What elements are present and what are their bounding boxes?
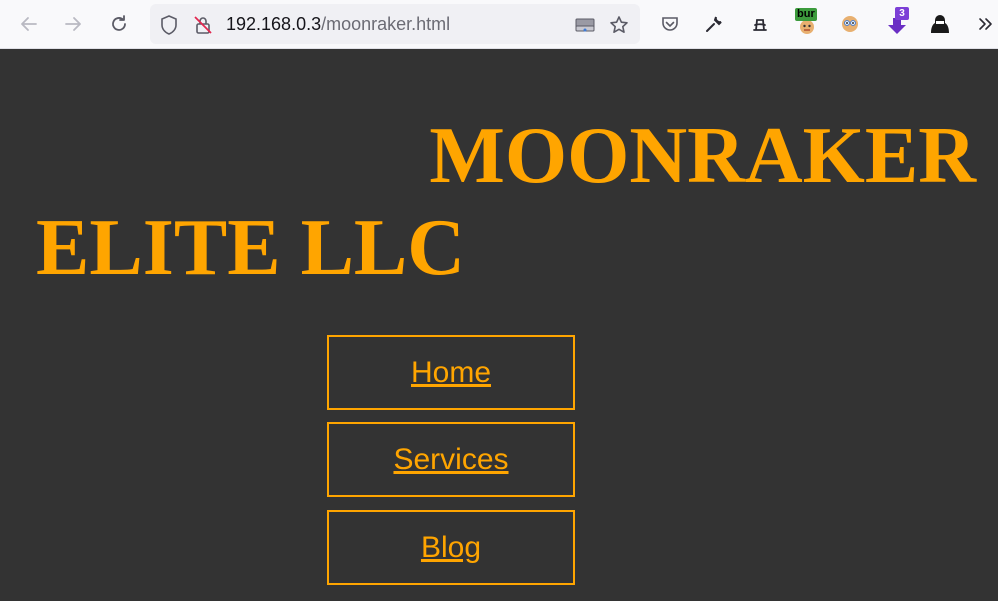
back-button[interactable]	[14, 9, 44, 39]
title-line-1: MOONRAKER	[429, 112, 976, 200]
overflow-chevron-icon[interactable]	[970, 8, 998, 40]
url-path: /moonraker.html	[321, 14, 451, 34]
hat-icon[interactable]	[745, 8, 775, 40]
nav-blog-link[interactable]: Blog	[421, 531, 481, 565]
nav-home-link[interactable]: Home	[411, 356, 491, 390]
page-content: MOONRAKER ELITE LLC Home Services Blog	[0, 50, 998, 601]
pocket-icon[interactable]	[655, 8, 685, 40]
nav-blog-box: Blog	[327, 510, 575, 585]
title-line-2: ELITE LLC	[36, 204, 466, 292]
page-title: MOONRAKER ELITE LLC	[36, 110, 976, 294]
bur-badge: bur	[795, 8, 817, 21]
nav-services-link[interactable]: Services	[393, 443, 508, 477]
nav-home-box: Home	[327, 335, 575, 410]
forward-button[interactable]	[58, 9, 88, 39]
nav-services-box: Services	[327, 422, 575, 497]
reload-icon	[112, 15, 126, 31]
bookmark-star-icon[interactable]	[608, 14, 630, 36]
insecure-lock-icon[interactable]	[192, 14, 214, 36]
arrow-right-icon	[65, 17, 81, 31]
shield-icon[interactable]	[158, 14, 180, 36]
reload-button[interactable]	[104, 9, 134, 39]
url-text[interactable]: 192.168.0.3/moonraker.html	[226, 14, 450, 35]
wrench-icon[interactable]	[699, 8, 729, 40]
drive-icon[interactable]	[574, 14, 596, 36]
browser-toolbar: 192.168.0.3/moonraker.html bur 3	[0, 0, 998, 49]
arrow-left-icon	[21, 17, 37, 31]
character-extension-icon[interactable]	[835, 8, 865, 40]
url-host: 192.168.0.3	[226, 14, 322, 34]
count-badge: 3	[895, 7, 909, 20]
hacker-icon[interactable]	[925, 8, 955, 40]
url-bar[interactable]: 192.168.0.3/moonraker.html	[150, 4, 640, 44]
